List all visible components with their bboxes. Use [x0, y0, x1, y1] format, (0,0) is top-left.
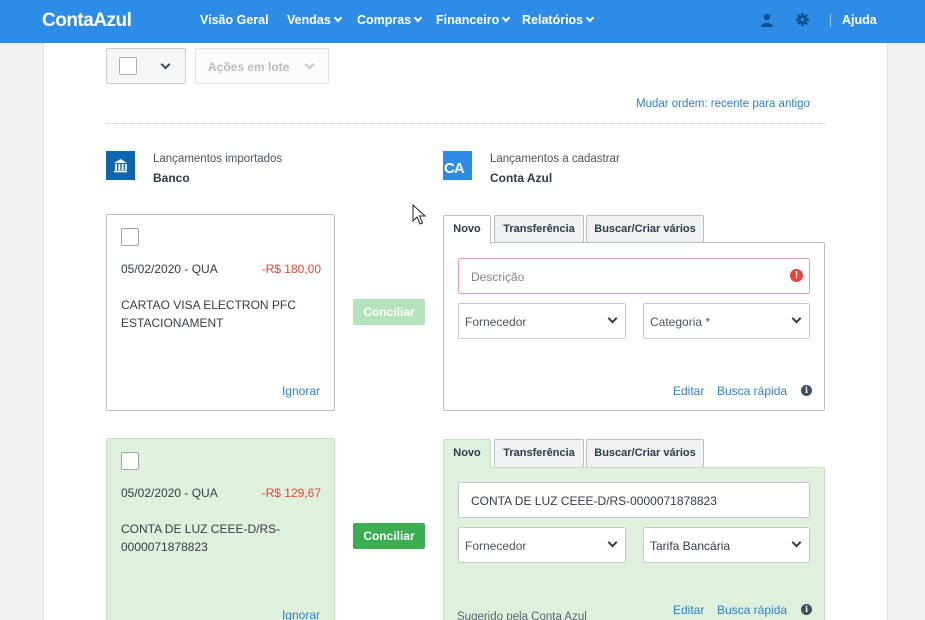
imported-caption: Lançamentos importados	[153, 153, 283, 165]
chevron-down-icon	[791, 537, 802, 548]
select-all-checkbox[interactable]	[119, 57, 137, 75]
supplier-select[interactable]: Fornecedor	[458, 303, 626, 339]
nav-financeiro[interactable]: Financeiro	[436, 13, 511, 27]
tab-buscar-criar[interactable]: Buscar/Criar vários	[586, 439, 704, 467]
tab-transferencia[interactable]: Transferência	[494, 215, 584, 243]
edit-link[interactable]: Editar	[673, 603, 704, 617]
bulk-actions-dropdown[interactable]: Ações em lote	[195, 48, 329, 84]
nav-compras[interactable]: Compras	[357, 13, 423, 27]
ignore-link[interactable]: Ignorar	[282, 384, 320, 398]
bank-title: Banco	[153, 171, 190, 185]
info-icon[interactable]: i	[801, 385, 812, 396]
user-icon[interactable]	[761, 13, 773, 27]
chevron-down-icon	[501, 13, 511, 23]
chevron-down-icon	[607, 313, 618, 324]
contaazul-title: Conta Azul	[490, 171, 553, 185]
nav-relatorios[interactable]: Relatórios	[522, 13, 595, 27]
new-entry-form: CONTA DE LUZ CEEE-D/RS-0000071878823 For…	[443, 467, 825, 620]
to-register-caption: Lançamentos a cadastrar	[490, 153, 620, 165]
change-order-link[interactable]: Mudar ordem: recente para antigo	[636, 98, 810, 110]
app-logo[interactable]: ContaAzul	[42, 10, 132, 32]
supplier-select[interactable]: Fornecedor	[458, 527, 626, 563]
chevron-down-icon	[333, 13, 343, 23]
tab-buscar-criar[interactable]: Buscar/Criar vários	[586, 215, 704, 243]
mouse-cursor-icon	[412, 204, 426, 225]
bank-entry-card[interactable]: 05/02/2020 - QUA -R$ 129,67 CONTA DE LUZ…	[106, 438, 335, 620]
suggested-label: Sugerido pela Conta Azul	[457, 611, 587, 620]
chevron-down-icon	[413, 13, 423, 23]
select-all-dropdown[interactable]	[106, 48, 186, 84]
contaazul-icon: CA	[443, 151, 472, 180]
chevron-down-icon	[607, 537, 618, 548]
category-select[interactable]: Categoria *	[643, 303, 810, 339]
help-link[interactable]: Ajuda	[842, 13, 877, 27]
bank-icon	[106, 151, 135, 180]
quick-search-link[interactable]: Busca rápida	[717, 603, 787, 617]
tab-transferencia[interactable]: Transferência	[494, 439, 584, 467]
description-input[interactable]: Descrição	[458, 258, 810, 294]
bank-entry-card[interactable]: 05/02/2020 - QUA -R$ 180,00 CARTAO VISA …	[106, 214, 335, 411]
chevron-down-icon	[791, 313, 802, 324]
nav-divider	[830, 14, 831, 27]
quick-search-link[interactable]: Busca rápida	[717, 384, 787, 398]
new-entry-form: Descrição ! Fornecedor Categoria * Edita…	[443, 242, 825, 411]
edit-link[interactable]: Editar	[673, 384, 704, 398]
reconcile-button[interactable]: Conciliar	[353, 523, 425, 549]
entry-checkbox[interactable]	[121, 452, 139, 470]
reconcile-button[interactable]: Conciliar	[353, 299, 425, 325]
chevron-down-icon	[160, 59, 171, 70]
tab-novo[interactable]: Novo	[443, 439, 491, 468]
entry-date: 05/02/2020 - QUA	[121, 262, 218, 276]
top-nav: ContaAzul Visão Geral Vendas Compras Fin…	[0, 0, 925, 43]
entry-description: CARTAO VISA ELECTRON PFC ESTACIONAMENT	[121, 298, 296, 330]
chevron-down-icon	[304, 59, 315, 70]
info-icon[interactable]: i	[801, 604, 812, 615]
entry-date: 05/02/2020 - QUA	[121, 486, 218, 500]
chevron-down-icon	[585, 13, 595, 23]
nav-vendas[interactable]: Vendas	[287, 13, 343, 27]
error-icon: !	[790, 269, 803, 282]
gear-icon[interactable]	[796, 13, 809, 26]
divider	[106, 123, 825, 124]
ignore-link[interactable]: Ignorar	[282, 608, 320, 620]
entry-amount: -R$ 129,67	[261, 486, 321, 500]
entry-checkbox[interactable]	[121, 228, 139, 246]
tab-novo[interactable]: Novo	[443, 215, 491, 244]
category-select[interactable]: Tarifa Bancária	[643, 527, 810, 563]
description-input[interactable]: CONTA DE LUZ CEEE-D/RS-0000071878823	[458, 482, 810, 518]
nav-visao-geral[interactable]: Visão Geral	[200, 13, 269, 27]
entry-amount: -R$ 180,00	[261, 262, 321, 276]
entry-description: CONTA DE LUZ CEEE-D/RS-0000071878823	[121, 522, 281, 554]
